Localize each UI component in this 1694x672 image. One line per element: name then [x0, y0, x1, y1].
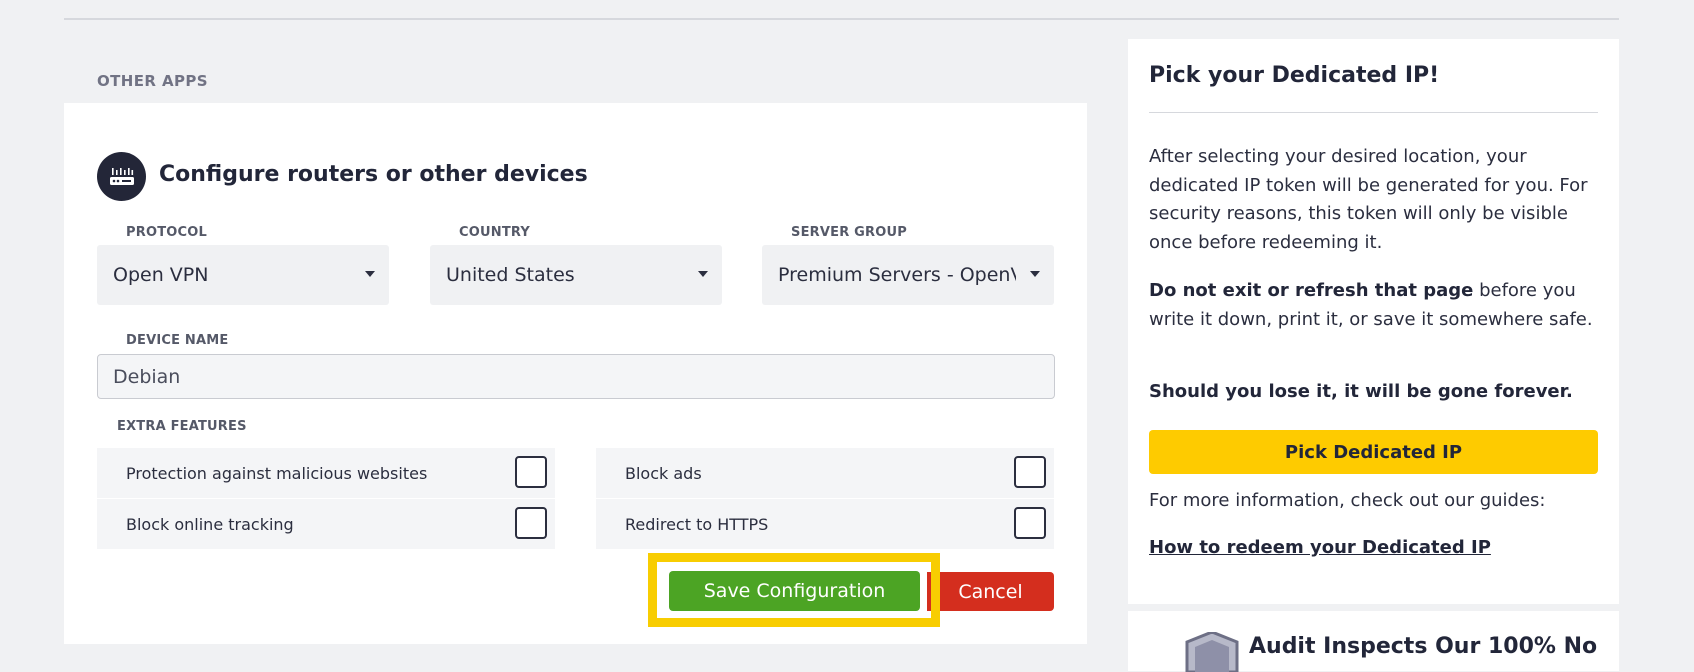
- dedicated-ip-card: Pick your Dedicated IP! After selecting …: [1128, 39, 1619, 604]
- redirect-https-checkbox[interactable]: [1014, 507, 1046, 539]
- device-name-input[interactable]: Debian: [97, 354, 1055, 399]
- audit-title: Audit Inspects Our 100% No: [1249, 634, 1598, 659]
- feature-block-tracking[interactable]: Block online tracking: [97, 499, 555, 549]
- redeem-guide-link[interactable]: How to redeem your Dedicated IP: [1149, 537, 1491, 558]
- lose-warning: Should you lose it, it will be gone fore…: [1149, 381, 1573, 402]
- feature-label: Block ads: [625, 463, 702, 483]
- server-group-value: Premium Servers - OpenVPN: [778, 264, 1016, 286]
- card-title: Configure routers or other devices: [159, 162, 588, 187]
- feature-malicious-websites[interactable]: Protection against malicious websites: [97, 448, 555, 498]
- country-select[interactable]: United States: [430, 245, 722, 305]
- feature-label: Redirect to HTTPS: [625, 514, 769, 534]
- feature-redirect-https[interactable]: Redirect to HTTPS: [596, 499, 1054, 549]
- pick-dedicated-ip-button[interactable]: Pick Dedicated IP: [1149, 430, 1598, 474]
- shield-icon: [1185, 632, 1239, 672]
- more-info-text: For more information, check out our guid…: [1149, 490, 1546, 511]
- device-name-label: DEVICE NAME: [126, 333, 229, 348]
- extra-features-label: EXTRA FEATURES: [117, 419, 247, 434]
- top-divider: [64, 18, 1619, 20]
- router-icon: [97, 152, 146, 201]
- dedicated-ip-warning: Do not exit or refresh that page before …: [1149, 277, 1598, 334]
- configure-card: Configure routers or other devices PROTO…: [64, 103, 1087, 644]
- server-group-label: SERVER GROUP: [791, 225, 907, 240]
- feature-label: Protection against malicious websites: [126, 463, 428, 483]
- malicious-websites-checkbox[interactable]: [515, 456, 547, 488]
- dedicated-ip-intro: After selecting your desired location, y…: [1149, 146, 1588, 253]
- country-value: United States: [446, 264, 575, 286]
- cancel-button[interactable]: Cancel: [927, 572, 1054, 611]
- country-label: COUNTRY: [459, 225, 531, 240]
- block-ads-checkbox[interactable]: [1014, 456, 1046, 488]
- side-divider: [1149, 112, 1598, 113]
- feature-block-ads[interactable]: Block ads: [596, 448, 1054, 498]
- audit-card: Audit Inspects Our 100% No: [1128, 611, 1619, 672]
- server-group-select[interactable]: Premium Servers - OpenVPN: [762, 245, 1054, 305]
- save-configuration-button[interactable]: Save Configuration: [669, 571, 920, 611]
- chevron-down-icon: [698, 271, 708, 277]
- device-name-value: Debian: [113, 365, 181, 388]
- protocol-label: PROTOCOL: [126, 225, 207, 240]
- chevron-down-icon: [365, 271, 375, 277]
- chevron-down-icon: [1030, 271, 1040, 277]
- section-label: OTHER APPS: [97, 72, 208, 90]
- protocol-select[interactable]: Open VPN: [97, 245, 389, 305]
- warning-bold: Do not exit or refresh that page: [1149, 280, 1474, 301]
- dedicated-ip-title: Pick your Dedicated IP!: [1149, 63, 1440, 88]
- protocol-value: Open VPN: [113, 264, 209, 286]
- feature-label: Block online tracking: [126, 514, 294, 534]
- block-tracking-checkbox[interactable]: [515, 507, 547, 539]
